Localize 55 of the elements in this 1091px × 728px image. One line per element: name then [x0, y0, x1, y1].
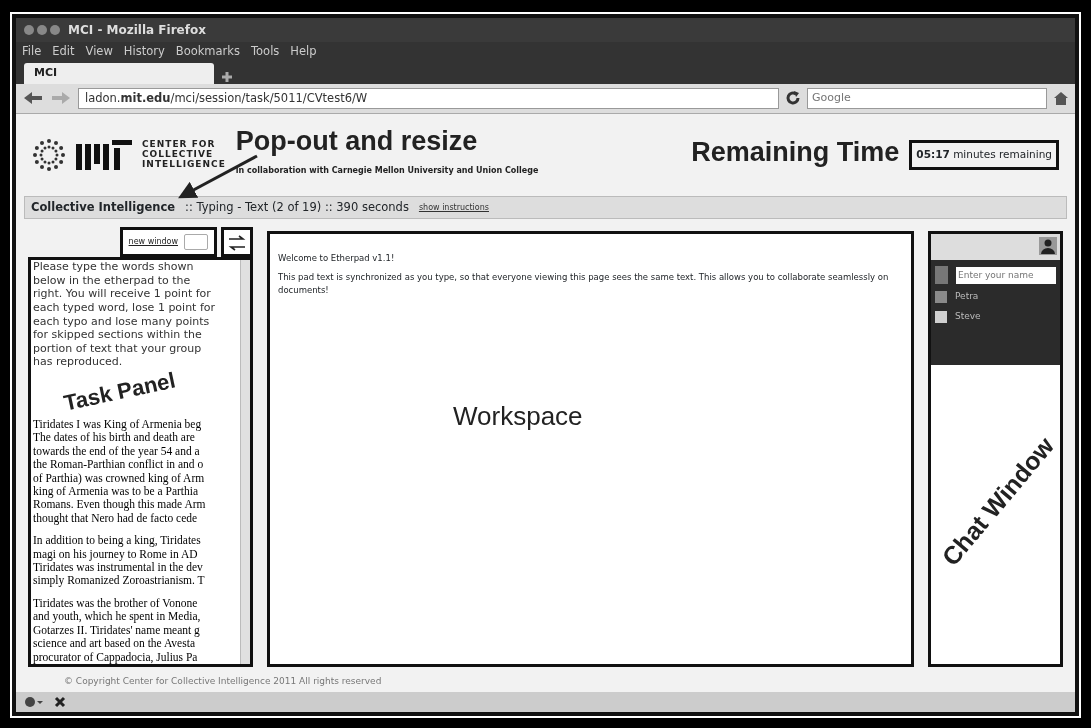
article-line: Tiridates I was King of Armenia beg: [33, 418, 203, 432]
article-line: thought that Nero had de facto cede: [33, 511, 199, 526]
article-line: simply Romanized Zoroastrianism. T: [33, 574, 206, 588]
instructions-link[interactable]: show instructions: [418, 201, 489, 214]
task-title: Collective Intelligence: [31, 199, 175, 216]
instruction-line: each typed word, lose 1 point for: [33, 301, 217, 315]
pad-text: Welcome to Etherpad v1.1!: [278, 252, 396, 265]
article-line: the Roman-Parthian conflict in and o: [33, 458, 205, 472]
menu-item[interactable]: Tools: [251, 43, 280, 61]
pad-text: This pad text is synchronized as you type, so that everyone viewing this page sees the same text. This allows you to collaborate seamlessly on documents!: [278, 271, 890, 297]
instruction-line: below in the etherpad to the: [33, 273, 192, 288]
menu-item[interactable]: File: [22, 43, 42, 61]
menu-item[interactable]: History: [123, 43, 165, 61]
annotation-label: Remaining Time: [691, 138, 900, 166]
instruction-line: portion of text that your group: [33, 341, 203, 356]
new-window-button[interactable]: new window: [119, 227, 217, 258]
article-line: science and art based on the Avesta: [33, 637, 196, 651]
article-line: of Parthia) was crowned king of Arm: [33, 471, 206, 486]
menu-item[interactable]: Help: [290, 43, 317, 61]
menu-item[interactable]: View: [85, 43, 113, 61]
article-line: Romans. Even though this made Arm: [33, 498, 207, 512]
window-title: MCI - Mozilla Firefox: [68, 22, 206, 39]
menu-item[interactable]: Edit: [52, 43, 75, 61]
article-line: Gotarzes II. Tiridates' name meant g: [33, 623, 201, 638]
article-line: Tiridates was instrumental in the dev: [33, 561, 204, 575]
timer-label: minutes remaining: [953, 148, 1052, 161]
user-name: Petra: [955, 290, 979, 304]
menu-item[interactable]: Bookmarks: [175, 43, 240, 61]
article-line: and youth, which he spent in Media,: [33, 610, 202, 624]
task-detail: :: Typing - Text (2 of 19) :: 390 seconds: [185, 199, 409, 216]
instruction-line: has reproduced.: [33, 355, 124, 369]
address-bar[interactable]: ladon.mit.edu/mci/session/task/5011/CVtest6/W: [78, 87, 779, 109]
article-line: Tiridates was the brother of Vonone: [33, 596, 199, 611]
browser-tab[interactable]: MCI: [24, 63, 214, 84]
logo-text: COLLECTIVE: [142, 150, 215, 160]
article-line: king of Armenia was to be a Parthia: [33, 485, 200, 499]
search-field[interactable]: Google: [807, 88, 1047, 109]
article-line: In addition to being a king, Tiridates: [33, 534, 202, 548]
article-line: procurator of Cappadocia, Julius Pa: [33, 650, 199, 664]
annotation-label: Task Panel: [61, 369, 178, 415]
instruction-line: Please type the words shown: [33, 260, 195, 274]
instruction-line: right. You will receive 1 point for: [33, 287, 212, 302]
instruction-line: for skipped sections within the: [33, 328, 203, 342]
logo-text: CENTER FOR: [142, 140, 217, 150]
annotation-label: Workspace: [453, 402, 584, 429]
logo-text: INTELLIGENCE: [142, 159, 226, 170]
copyright-text: © Copyright Center for Collective Intelligence 2011 All rights reserved: [63, 674, 383, 688]
name-field[interactable]: Enter your name: [956, 266, 1056, 284]
article-line: magi on his journey to Rome in AD: [33, 547, 199, 562]
time-remaining: 05:17: [916, 148, 950, 161]
user-name: Steve: [955, 309, 981, 323]
article-line: towards the end of the year 54 and a: [33, 444, 201, 459]
article-line: The dates of his birth and death are: [33, 431, 196, 445]
annotation-label: Pop-out and resize: [235, 127, 479, 155]
instruction-line: each typo and lose many points: [33, 314, 211, 329]
